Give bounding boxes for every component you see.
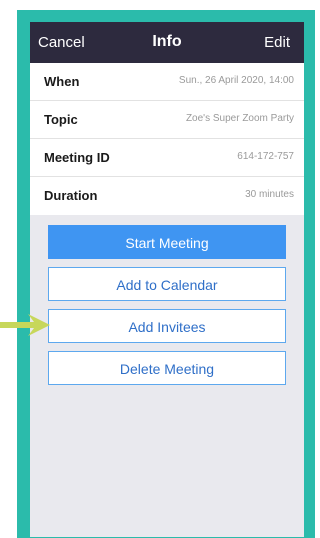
topic-row: Topic Zoe's Super Zoom Party (30, 101, 304, 139)
meeting-details-list: When Sun., 26 April 2020, 14:00 Topic Zo… (30, 63, 304, 215)
navigation-bar: Cancel Info Edit (30, 22, 304, 63)
meeting-id-value: 614-172-757 (237, 151, 294, 162)
meeting-id-row: Meeting ID 614-172-757 (30, 139, 304, 177)
delete-meeting-button[interactable]: Delete Meeting (48, 351, 286, 385)
when-value: Sun., 26 April 2020, 14:00 (178, 75, 294, 86)
meeting-info-screen: Cancel Info Edit When Sun., 26 April 202… (30, 22, 304, 537)
arrow-right-icon (0, 314, 50, 336)
duration-label: Duration (44, 188, 98, 203)
edit-button[interactable]: Edit (264, 34, 290, 51)
add-invitees-button[interactable]: Add Invitees (48, 309, 286, 343)
add-to-calendar-button[interactable]: Add to Calendar (48, 267, 286, 301)
topic-label: Topic (44, 112, 78, 127)
meeting-actions: Start Meeting Add to Calendar Add Invite… (48, 225, 286, 393)
duration-row: Duration 30 minutes (30, 177, 304, 215)
topic-value: Zoe's Super Zoom Party (185, 113, 294, 124)
start-meeting-button[interactable]: Start Meeting (48, 225, 286, 259)
when-row: When Sun., 26 April 2020, 14:00 (30, 63, 304, 101)
duration-value: 30 minutes (245, 189, 294, 200)
when-label: When (44, 74, 80, 89)
meeting-id-label: Meeting ID (44, 150, 110, 165)
page-title: Info (152, 33, 182, 50)
